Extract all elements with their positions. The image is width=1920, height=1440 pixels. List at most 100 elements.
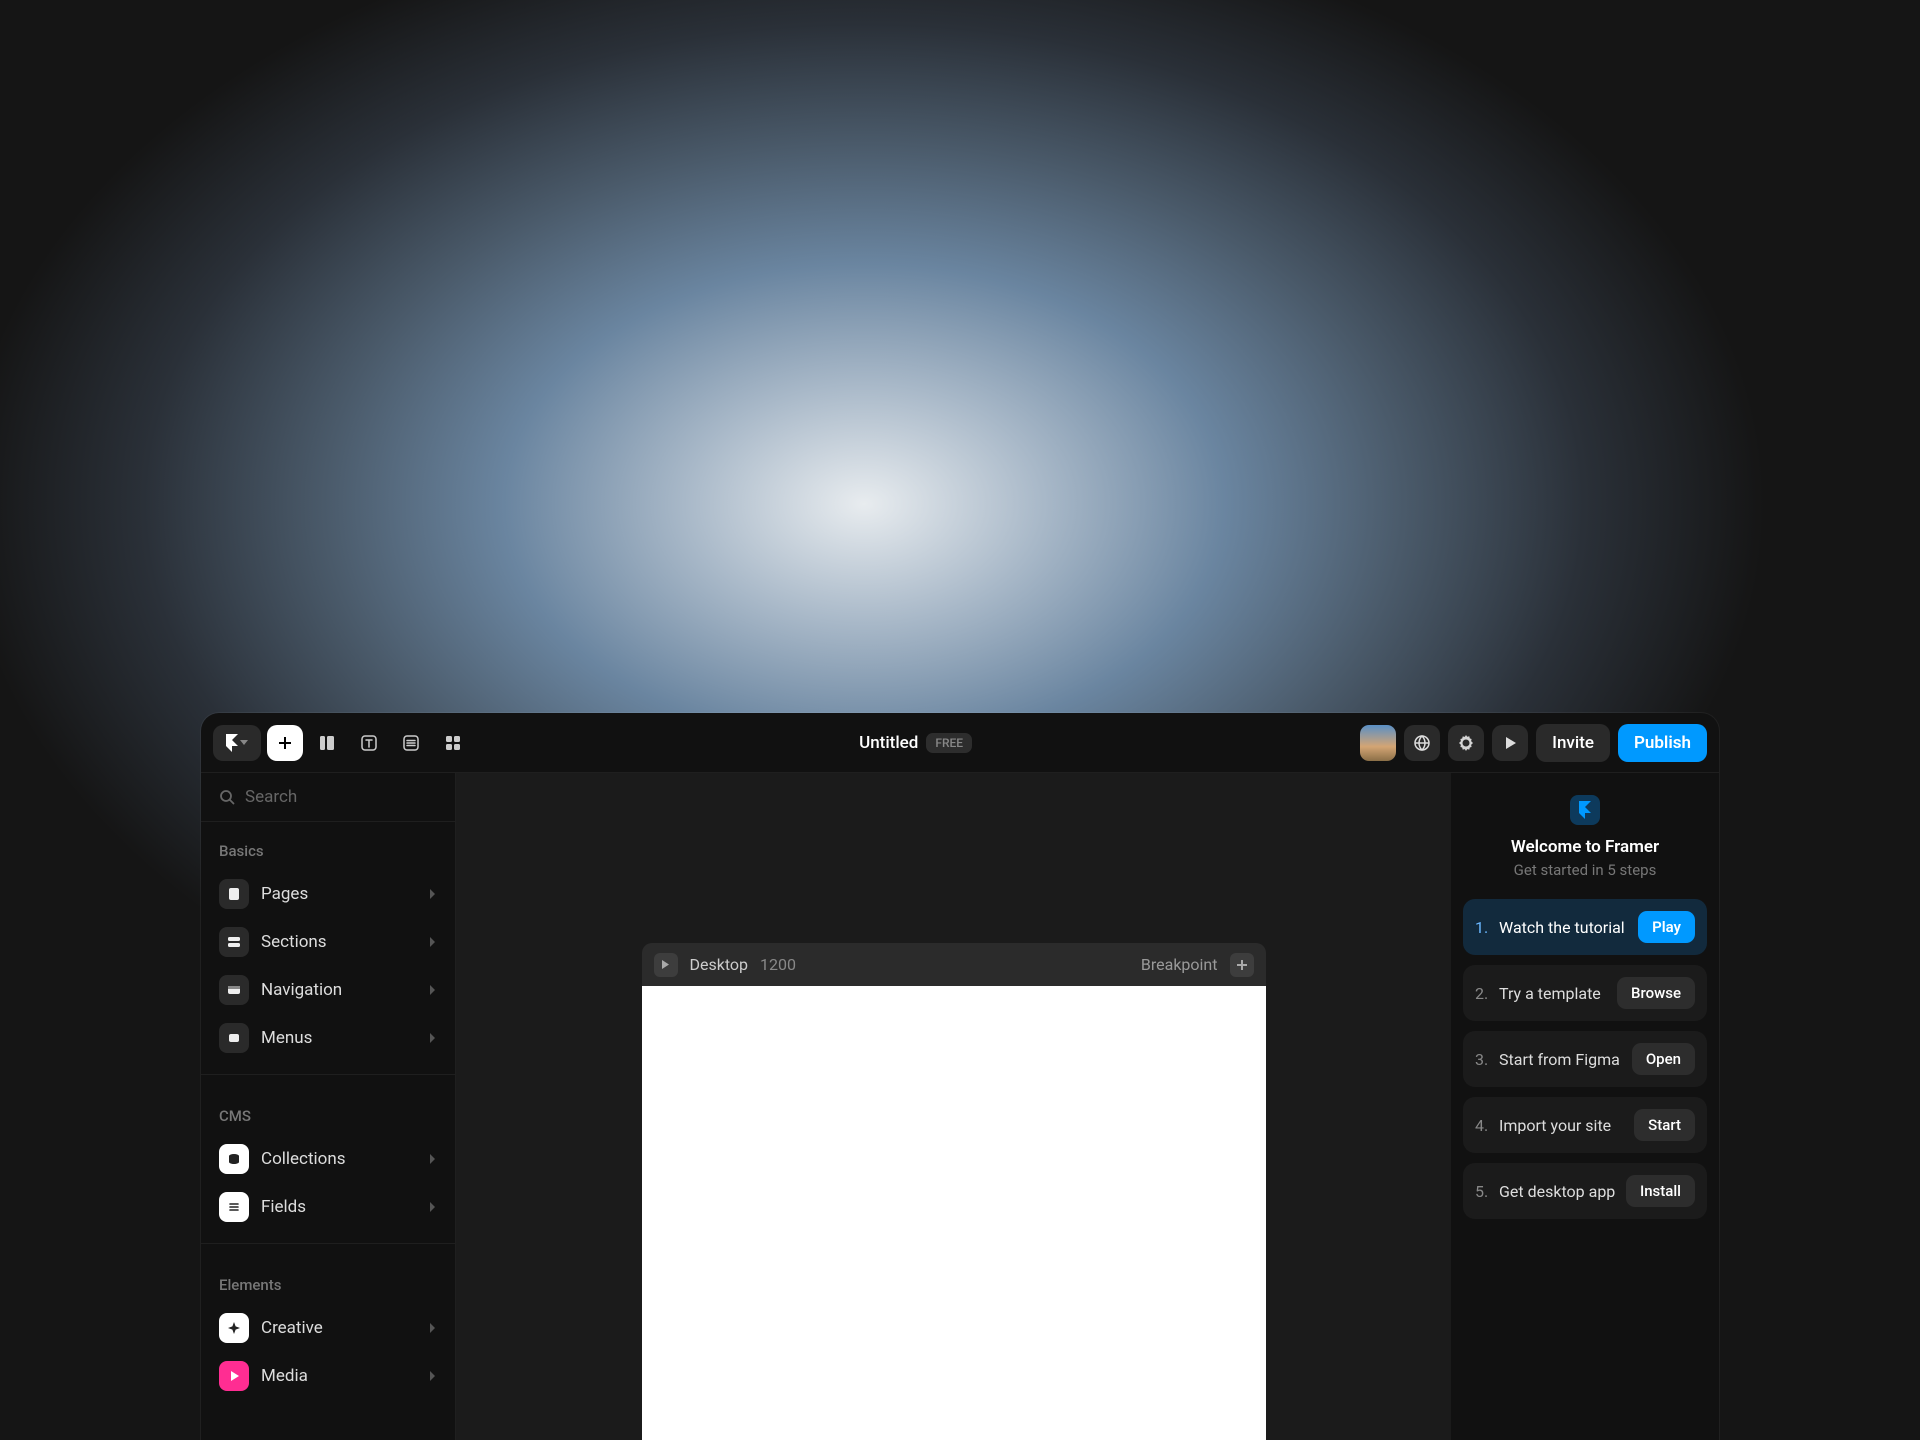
sidebar-item-collections[interactable]: Collections (201, 1135, 455, 1183)
breakpoint-bar: Desktop 1200 Breakpoint (642, 943, 1266, 986)
step-number: 2. (1475, 984, 1491, 1003)
sidebar-item-menus[interactable]: Menus (201, 1014, 455, 1062)
sidebar-item-navigation[interactable]: Navigation (201, 966, 455, 1014)
sidebar-item-label: Fields (261, 1197, 306, 1217)
sidebar-item-label: Navigation (261, 980, 342, 1000)
step-label: Import your site (1499, 1116, 1626, 1135)
breakpoint-label: Breakpoint (1141, 955, 1218, 974)
app-body: Search Basics Pages Sections Navigation … (201, 773, 1719, 1440)
step-watch-tutorial[interactable]: 1. Watch the tutorial Play (1463, 899, 1707, 955)
pages-icon (219, 879, 249, 909)
step-try-template[interactable]: 2. Try a template Browse (1463, 965, 1707, 1021)
step-label: Get desktop app (1499, 1182, 1618, 1201)
device-label[interactable]: Desktop (690, 955, 749, 974)
invite-button[interactable]: Invite (1536, 724, 1610, 762)
step-desktop-app[interactable]: 5. Get desktop app Install (1463, 1163, 1707, 1219)
globe-button[interactable] (1404, 725, 1440, 761)
sidebar-item-creative[interactable]: Creative (201, 1304, 455, 1352)
sidebar-item-fields[interactable]: Fields (201, 1183, 455, 1231)
canvas-preview-chip[interactable] (654, 953, 678, 977)
search-icon (219, 789, 235, 805)
plus-icon (1237, 960, 1247, 970)
add-breakpoint-button[interactable] (1230, 953, 1254, 977)
list-icon (402, 734, 420, 752)
main-menu-button[interactable] (213, 725, 261, 761)
step-label: Watch the tutorial (1499, 918, 1630, 937)
insert-sidebar: Search Basics Pages Sections Navigation … (201, 773, 456, 1440)
step-label: Try a template (1499, 984, 1609, 1003)
cms-tool-button[interactable] (393, 725, 429, 761)
play-icon (661, 960, 670, 969)
plus-icon (277, 735, 293, 751)
search-input[interactable]: Search (201, 773, 455, 822)
chevron-right-icon (429, 1201, 437, 1213)
chevron-right-icon (429, 1032, 437, 1044)
creative-icon (219, 1313, 249, 1343)
welcome-title: Welcome to Framer (1511, 837, 1659, 857)
step-action-button[interactable]: Play (1638, 911, 1695, 943)
menus-icon (219, 1023, 249, 1053)
fields-icon (219, 1192, 249, 1222)
step-label: Start from Figma (1499, 1050, 1624, 1069)
text-tool-button[interactable] (351, 725, 387, 761)
sidebar-item-label: Media (261, 1366, 308, 1386)
toolbar: Untitled FREE Invite Publish (201, 713, 1719, 773)
step-action-button[interactable]: Start (1634, 1109, 1695, 1141)
section-elements-header: Elements (201, 1256, 455, 1304)
step-number: 3. (1475, 1050, 1491, 1069)
framer-logo-badge (1570, 795, 1600, 825)
navigation-icon (219, 975, 249, 1005)
step-number: 1. (1475, 918, 1491, 937)
user-avatar[interactable] (1360, 725, 1396, 761)
divider (201, 1243, 455, 1244)
step-import-site[interactable]: 4. Import your site Start (1463, 1097, 1707, 1153)
settings-button[interactable] (1448, 725, 1484, 761)
step-action-button[interactable]: Open (1632, 1043, 1695, 1075)
publish-button[interactable]: Publish (1618, 724, 1707, 762)
divider (201, 1074, 455, 1075)
toolbar-center: Untitled FREE (471, 733, 1360, 753)
chevron-right-icon (429, 888, 437, 900)
welcome-panel: Welcome to Framer Get started in 5 steps… (1451, 773, 1719, 1440)
step-start-figma[interactable]: 3. Start from Figma Open (1463, 1031, 1707, 1087)
section-cms-header: CMS (201, 1087, 455, 1135)
sidebar-item-media[interactable]: Media (201, 1352, 455, 1400)
step-action-button[interactable]: Install (1626, 1175, 1695, 1207)
framer-logo-icon (1579, 801, 1591, 819)
app-window: Untitled FREE Invite Publish Search (201, 713, 1719, 1440)
toolbar-right: Invite Publish (1360, 724, 1707, 762)
chevron-right-icon (429, 984, 437, 996)
gear-icon (1457, 734, 1475, 752)
step-action-button[interactable]: Browse (1617, 977, 1695, 1009)
preview-button[interactable] (1492, 725, 1528, 761)
step-number: 4. (1475, 1116, 1491, 1135)
framer-logo-icon (226, 734, 238, 752)
actions-tool-button[interactable] (435, 725, 471, 761)
sidebar-item-label: Collections (261, 1149, 346, 1169)
sidebar-item-label: Menus (261, 1028, 312, 1048)
step-number: 5. (1475, 1182, 1491, 1201)
search-placeholder: Search (245, 787, 297, 807)
section-basics-header: Basics (201, 822, 455, 870)
canvas-area[interactable]: Desktop 1200 Breakpoint (456, 773, 1451, 1440)
grid-icon (444, 734, 462, 752)
chevron-right-icon (429, 1322, 437, 1334)
text-icon (360, 734, 378, 752)
sidebar-item-label: Pages (261, 884, 308, 904)
sidebar-item-label: Sections (261, 932, 327, 952)
canvas-width: 1200 (760, 955, 796, 974)
sidebar-item-pages[interactable]: Pages (201, 870, 455, 918)
insert-button[interactable] (267, 725, 303, 761)
sidebar-item-sections[interactable]: Sections (201, 918, 455, 966)
chevron-right-icon (429, 1370, 437, 1382)
globe-icon (1413, 734, 1431, 752)
project-title[interactable]: Untitled (859, 733, 918, 753)
layout-icon (318, 734, 336, 752)
layout-tool-button[interactable] (309, 725, 345, 761)
chevron-right-icon (429, 936, 437, 948)
welcome-subtitle: Get started in 5 steps (1514, 861, 1657, 879)
chevron-down-icon (240, 740, 248, 746)
play-icon (1503, 736, 1517, 750)
page-canvas[interactable] (642, 986, 1266, 1440)
collections-icon (219, 1144, 249, 1174)
